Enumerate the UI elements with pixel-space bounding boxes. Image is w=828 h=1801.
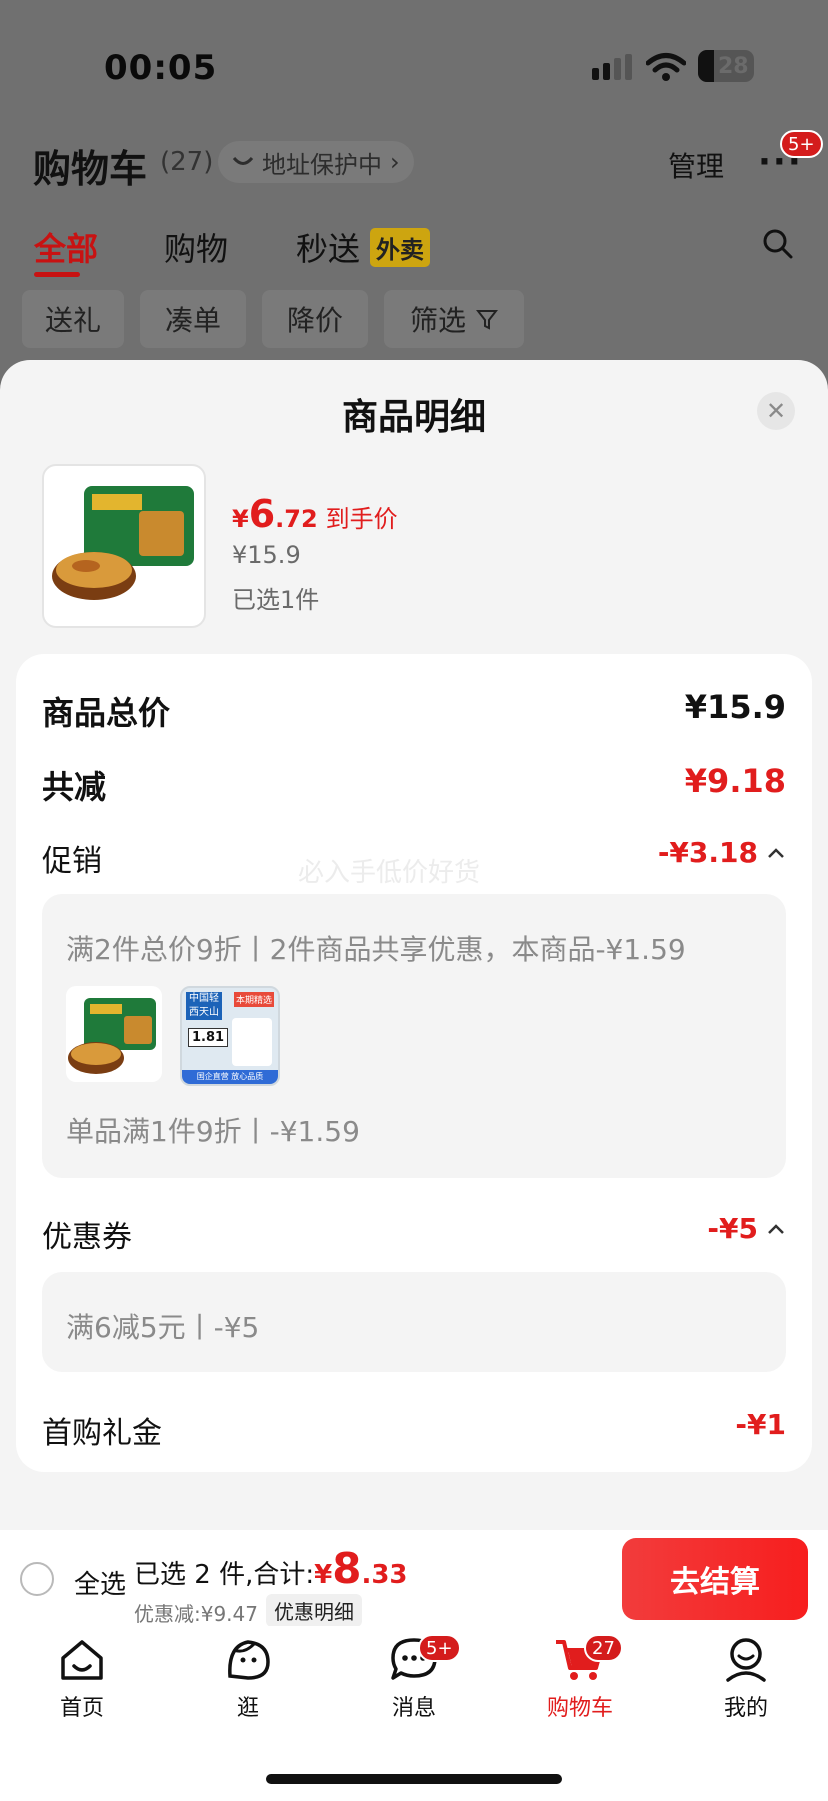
tab-messages-label: 消息 [391,1696,436,1721]
checkout-button[interactable]: 去结算 [622,1538,808,1620]
thumb-tag: 本期精选 [233,992,274,1007]
takeout-tag: 外卖 [370,228,430,267]
chip-filter-label: 筛选 [409,304,466,337]
select-all-label[interactable]: 全选 [74,1564,126,1601]
coupon-value: -¥5 [707,1212,758,1245]
battery-icon: 28 [698,50,754,82]
gift-value: -¥1 [735,1408,786,1441]
price-label: 到手价 [325,505,398,533]
discount-detail-button[interactable]: 优惠明细 [266,1594,362,1627]
chip-gift[interactable]: 送礼 [22,290,124,348]
noodle-thumb-icon [68,998,156,1074]
address-protection-button[interactable]: 地址保护中 › [218,141,414,183]
battery-level: 28 [718,53,749,79]
chip-price-drop[interactable]: 降价 [262,290,368,348]
summary-prefix: 已选 2 件,合计: [134,1560,315,1590]
total-summary: 已选 2 件,合计: ¥ 8 .33 [134,1544,408,1593]
watermark: 必入手低价好货 [298,858,481,888]
tab-all[interactable]: 全部 [34,224,98,270]
coupon-detail: 满6减5元丨-¥5 [66,1311,260,1344]
chevron-right-icon: › [390,148,400,176]
price-symbol: ¥ [232,505,249,533]
price-integer: 6 [248,492,276,536]
chip-bundle[interactable]: 凑单 [140,290,246,348]
profile-icon [726,1638,766,1682]
filter-chips: 送礼 凑单 降价 筛选 [22,290,524,348]
coupon-label: 优惠券 [42,1220,132,1255]
tab-home[interactable]: 首页 [22,1636,142,1722]
discount-amount: 优惠减:¥9.47 [134,1602,258,1626]
tab-profile-label: 我的 [723,1696,768,1721]
total-value: ¥15.9 [684,688,786,726]
home-indicator [266,1774,562,1784]
promo-detail-2: 单品满1件9折丨-¥1.59 [66,1115,360,1148]
original-price: ¥15.9 [232,541,301,569]
salt-bag-shape [232,1018,272,1066]
total-symbol: ¥ [314,1560,333,1590]
filter-icon [476,310,498,330]
smile-mask-icon [232,156,254,165]
promo-label: 促销 [42,844,102,879]
chevron-up-icon [768,847,784,858]
promo-thumb-noodle[interactable] [66,986,162,1082]
face-icon [228,1640,270,1680]
home-icon [61,1640,103,1680]
promo-toggle[interactable]: -¥3.18 [658,836,786,869]
cart-count: (27) [160,147,214,177]
thumb-price: 1.81 [188,1028,229,1047]
cart-badge: 27 [584,1634,623,1662]
price-decimal: .72 [275,505,318,533]
select-all-radio[interactable] [20,1562,54,1596]
thumb-text-a: 中国轻 [186,992,222,1006]
product-image [42,464,206,628]
total-dec: .33 [361,1560,408,1590]
close-button[interactable]: ✕ [757,392,795,430]
chip-filter[interactable]: 筛选 [384,290,524,348]
wifi-icon [646,53,686,81]
chevron-up-icon [768,1223,784,1234]
promo-thumb-salt[interactable]: 中国轻 西天山 本期精选 1.81 国企直营 放心品质 [180,986,280,1086]
thumb-text-b: 西天山 [186,1006,222,1020]
tab-cart-label: 购物车 [546,1696,613,1721]
signal-icon [592,54,632,80]
total-int: 8 [332,1544,362,1593]
tab-shopping[interactable]: 购物 [164,224,228,270]
search-icon[interactable] [762,228,794,260]
close-icon: ✕ [765,397,787,425]
gift-label: 首购礼金 [42,1416,162,1451]
promo-detail-1: 满2件总价9折丨2件商品共享优惠，本商品-¥1.59 [66,933,686,966]
address-label: 地址保护中 [262,150,382,179]
tab-browse-label: 逛 [236,1696,259,1721]
tab-browse[interactable]: 逛 [188,1636,308,1722]
final-price: ¥ 6 .72 到手价 [232,492,398,536]
cart-tabs: 全部 购物 秒送 外卖 [0,224,828,277]
messages-badge: 5+ [418,1634,461,1662]
promo-value: -¥3.18 [657,836,758,869]
page-title: 购物车 [33,147,148,191]
reduce-value: ¥9.18 [684,762,786,800]
total-label: 商品总价 [42,694,171,732]
tab-instant[interactable]: 秒送 [296,224,360,270]
selected-count: 已选1件 [232,586,320,614]
coupon-toggle[interactable]: -¥5 [707,1212,786,1245]
tab-profile[interactable]: 我的 [686,1636,806,1722]
thumb-foot: 国企直营 放心品质 [182,1070,278,1084]
manage-button[interactable]: 管理 [668,145,724,185]
more-badge: 5+ [780,130,823,158]
reduce-label: 共减 [42,768,107,806]
status-time: 00:05 [104,48,218,88]
noodle-product-icon [52,486,194,600]
tab-underline [34,272,80,277]
sheet-title: 商品明细 [341,397,486,438]
tab-home-label: 首页 [59,1696,104,1721]
